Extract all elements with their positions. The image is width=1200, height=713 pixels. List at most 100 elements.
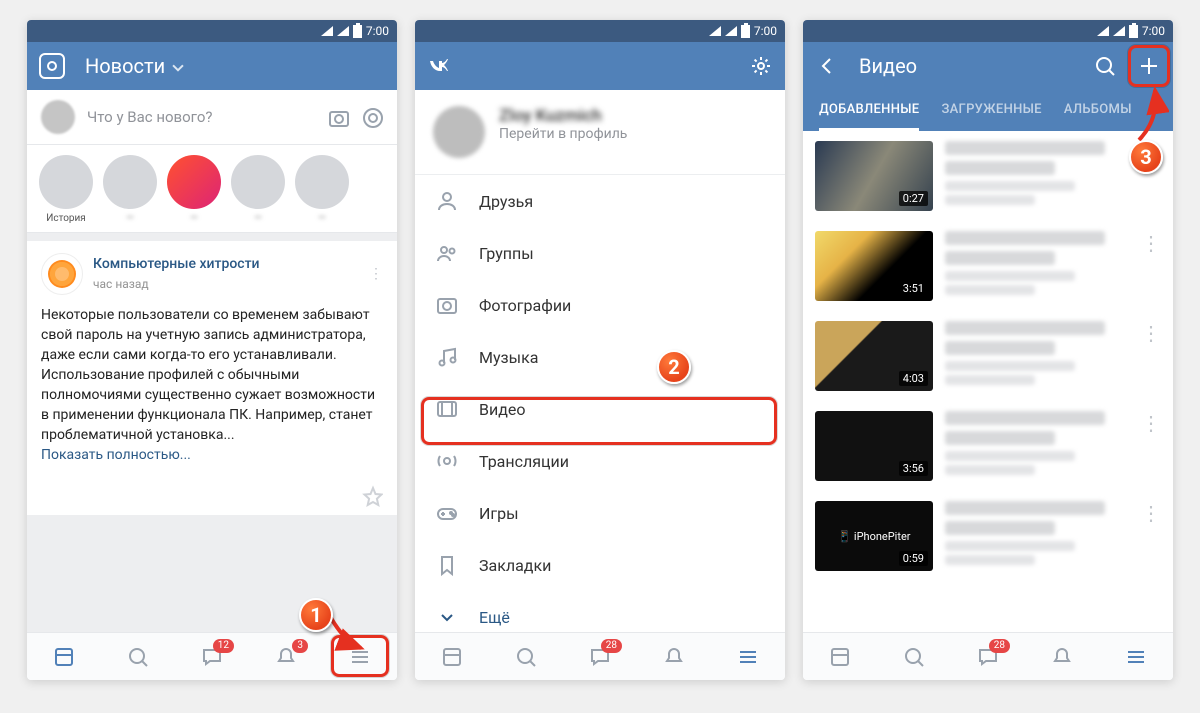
video-meta <box>945 411 1129 481</box>
story-item[interactable]: — <box>167 155 221 224</box>
plus-icon[interactable] <box>1137 54 1161 78</box>
games-icon <box>435 501 459 525</box>
stories-row[interactable]: История — — — — <box>27 145 397 233</box>
screen-news: 7:00 Новости Что у Вас нового? История —… <box>27 20 397 680</box>
status-bar: 7:00 <box>803 20 1173 42</box>
live-icon <box>435 449 459 473</box>
video-item[interactable]: 0:27 ⋮ <box>803 131 1173 221</box>
video-thumb: 4:03 <box>815 321 933 391</box>
page-title: Видео <box>859 54 917 78</box>
story-item[interactable]: — <box>295 155 349 224</box>
signal-icon <box>321 26 333 36</box>
nav-notifications[interactable] <box>658 641 690 673</box>
menu-friends[interactable]: Друзья <box>415 175 785 227</box>
video-thumb: 3:51 <box>815 231 933 301</box>
video-list[interactable]: 0:27 ⋮ 3:51 ⋮ 4:03 ⋮ 3:56 ⋮ 📱 iPhonePite… <box>803 131 1173 632</box>
bottom-nav: 12 3 <box>27 632 397 680</box>
wifi-icon <box>725 26 737 36</box>
story-item[interactable]: — <box>103 155 157 224</box>
tab-uploaded[interactable]: ЗАГРУЖЕННЫЕ <box>941 90 1041 131</box>
menu-more[interactable]: Ещё <box>415 591 785 632</box>
item-menu-icon[interactable]: ⋮ <box>1141 501 1161 525</box>
post-footer <box>27 477 397 515</box>
post-author[interactable]: Компьютерные хитрости <box>93 254 260 274</box>
video-meta <box>945 141 1129 211</box>
live-icon[interactable] <box>361 106 383 128</box>
menu-content: Zloy Kuzmich Перейти в профиль Друзья Гр… <box>415 90 785 632</box>
screen-menu: 7:00 Zloy Kuzmich Перейти в профиль Друз… <box>415 20 785 680</box>
feed-dropdown[interactable]: Новости <box>85 54 182 78</box>
camera-icon[interactable] <box>39 53 65 79</box>
menu-video[interactable]: Видео <box>415 383 785 435</box>
clock: 7:00 <box>366 24 389 38</box>
signal-icon <box>1097 26 1109 36</box>
page-title: Новости <box>85 54 165 78</box>
nav-messages[interactable]: 12 <box>196 641 228 673</box>
nav-search[interactable] <box>122 641 154 673</box>
status-bar: 7:00 <box>27 20 397 42</box>
gear-icon[interactable] <box>749 54 773 78</box>
post-menu-icon[interactable]: ⋮ <box>369 264 383 284</box>
video-meta <box>945 231 1129 301</box>
avatar <box>433 106 485 158</box>
menu-bookmarks[interactable]: Закладки <box>415 539 785 591</box>
star-icon[interactable] <box>361 485 383 507</box>
groups-icon <box>435 241 459 265</box>
chevron-down-icon <box>172 60 183 71</box>
clock: 7:00 <box>754 24 777 38</box>
nav-feed[interactable] <box>824 641 856 673</box>
video-item[interactable]: 3:51 ⋮ <box>803 221 1173 311</box>
nav-menu[interactable] <box>732 641 764 673</box>
menu-live[interactable]: Трансляции <box>415 435 785 487</box>
nav-feed[interactable] <box>436 641 468 673</box>
compose-row[interactable]: Что у Вас нового? <box>27 90 397 145</box>
feed-post[interactable]: Компьютерные хитрости час назад ⋮ Некото… <box>27 241 397 477</box>
menu-games[interactable]: Игры <box>415 487 785 539</box>
post-avatar[interactable] <box>41 253 83 295</box>
video-thumb: 0:27 <box>815 141 933 211</box>
video-item[interactable]: 📱 iPhonePiter0:59 ⋮ <box>803 491 1173 581</box>
chevron-down-icon <box>435 605 459 629</box>
back-icon[interactable] <box>815 54 839 78</box>
header-bar: Видео <box>803 42 1173 90</box>
photo-icon[interactable] <box>327 106 349 128</box>
tab-added[interactable]: ДОБАВЛЕННЫЕ <box>819 90 919 131</box>
friends-icon <box>435 189 459 213</box>
item-menu-icon[interactable]: ⋮ <box>1141 231 1161 255</box>
tab-albums[interactable]: АЛЬБОМЫ <box>1064 90 1132 131</box>
nav-search[interactable] <box>898 641 930 673</box>
story-add[interactable]: История <box>39 155 93 224</box>
search-icon[interactable] <box>1093 54 1117 78</box>
signal-icon <box>709 26 721 36</box>
battery-icon <box>353 25 362 38</box>
video-item[interactable]: 4:03 ⋮ <box>803 311 1173 401</box>
menu-groups[interactable]: Группы <box>415 227 785 279</box>
story-item[interactable]: — <box>231 155 285 224</box>
nav-messages[interactable]: 28 <box>972 641 1004 673</box>
nav-notifications[interactable] <box>1046 641 1078 673</box>
nav-menu[interactable] <box>344 641 376 673</box>
photos-icon <box>435 293 459 317</box>
nav-notifications[interactable]: 3 <box>270 641 302 673</box>
menu-photos[interactable]: Фотографии <box>415 279 785 331</box>
video-item[interactable]: 3:56 ⋮ <box>803 401 1173 491</box>
nav-search[interactable] <box>510 641 542 673</box>
clock: 7:00 <box>1142 24 1165 38</box>
header-bar <box>415 42 785 90</box>
post-expand[interactable]: Показать полностью... <box>41 445 383 465</box>
post-time: час назад <box>93 274 260 294</box>
nav-menu[interactable] <box>1120 641 1152 673</box>
nav-feed[interactable] <box>48 641 80 673</box>
item-menu-icon[interactable]: ⋮ <box>1141 321 1161 345</box>
compose-placeholder: Что у Вас нового? <box>87 108 315 126</box>
item-menu-icon[interactable]: ⋮ <box>1141 411 1161 435</box>
header-bar: Новости <box>27 42 397 90</box>
callout-step-3: 3 <box>1129 140 1163 174</box>
vk-logo-icon[interactable] <box>427 54 451 78</box>
wifi-icon <box>337 26 349 36</box>
video-tabs: ДОБАВЛЕННЫЕ ЗАГРУЖЕННЫЕ АЛЬБОМЫ <box>803 90 1173 131</box>
menu-music[interactable]: Музыка <box>415 331 785 383</box>
nav-messages[interactable]: 28 <box>584 641 616 673</box>
video-thumb: 3:56 <box>815 411 933 481</box>
profile-link[interactable]: Zloy Kuzmich Перейти в профиль <box>415 90 785 175</box>
